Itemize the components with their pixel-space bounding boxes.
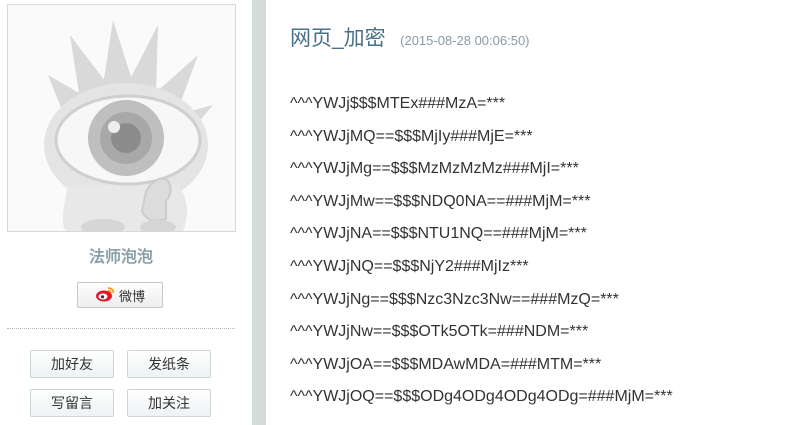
- add-friend-button[interactable]: 加好友: [30, 350, 114, 378]
- post-content: ^^^YWJj$$$MTEx###MzA=*** ^^^YWJjMQ==$$$M…: [290, 88, 673, 414]
- profile-sidebar: 法师泡泡 微博 加好友 发纸条 写留言 加关注: [0, 0, 252, 425]
- content-line: ^^^YWJjMw==$$$NDQ0NA==###MjM=***: [290, 192, 591, 210]
- content-line: ^^^YWJjNw==$$$OTk5OTk=###NDM=***: [290, 323, 589, 341]
- avatar[interactable]: [7, 4, 236, 232]
- weibo-mascot-image: [44, 20, 213, 231]
- content-line: ^^^YWJjMQ==$$$MjIy###MjE=***: [290, 127, 533, 145]
- separator: [7, 328, 235, 329]
- send-note-button[interactable]: 发纸条: [127, 350, 211, 378]
- column-divider: [252, 0, 266, 425]
- content-line: ^^^YWJjOA==$$$MDAwMDA=###MTM=***: [290, 355, 602, 373]
- post-title[interactable]: 网页_加密: [290, 27, 386, 50]
- content-line: ^^^YWJjMg==$$$MzMzMzMz###MjI=***: [290, 160, 579, 178]
- content-line: ^^^YWJj$$$MTEx###MzA=***: [290, 95, 506, 112]
- weibo-button[interactable]: 微博: [77, 282, 163, 308]
- post-header: 网页_加密 (2015-08-28 00:06:50): [290, 22, 530, 52]
- weibo-logo-icon: [95, 286, 115, 305]
- weibo-button-label: 微博: [118, 288, 145, 304]
- leave-message-button[interactable]: 写留言: [30, 389, 114, 417]
- content-line: ^^^YWJjNg==$$$Nzc3Nzc3Nw==###MzQ=***: [290, 290, 619, 308]
- content-line: ^^^YWJjNQ==$$$NjY2###MjIz***: [290, 257, 529, 275]
- content-line: ^^^YWJjOQ==$$$ODg4ODg4ODg4ODg=###MjM=***: [290, 388, 673, 406]
- username[interactable]: 法师泡泡: [0, 243, 242, 267]
- follow-button[interactable]: 加关注: [127, 389, 211, 417]
- content-line: ^^^YWJjNA==$$$NTU1NQ==###MjM=***: [290, 225, 587, 243]
- post-area: 网页_加密 (2015-08-28 00:06:50) ^^^YWJj$$$MT…: [266, 0, 795, 425]
- post-timestamp: (2015-08-28 00:06:50): [400, 33, 530, 48]
